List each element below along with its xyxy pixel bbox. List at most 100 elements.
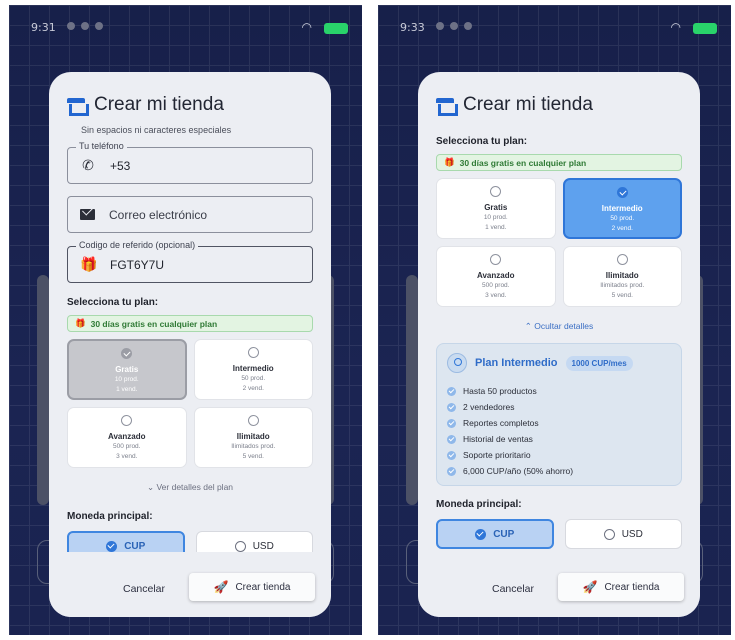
background-card-edge bbox=[37, 275, 49, 505]
plan-products: 50 prod. bbox=[610, 215, 635, 222]
plan-products: 10 prod. bbox=[114, 376, 139, 383]
currency-section-title: Moneda principal: bbox=[436, 499, 522, 510]
check-icon bbox=[447, 434, 456, 444]
plan-card-ilimitado[interactable]: Ilimitado Ilimitados prod. 5 vend. bbox=[562, 246, 682, 307]
plan-card-gratis[interactable]: Gratis 10 prod. 1 vend. bbox=[67, 339, 187, 400]
check-icon bbox=[447, 450, 456, 460]
currency-cup[interactable]: CUP bbox=[436, 519, 554, 549]
status-bar: 9:31 ◠ bbox=[9, 17, 362, 39]
plan-section-title: Selecciona tu plan: bbox=[67, 297, 159, 308]
plan-feature: 2 vendedores bbox=[447, 399, 671, 415]
email-field[interactable]: Correo electrónico bbox=[67, 196, 313, 233]
plan-details-title: Plan Intermedio bbox=[475, 357, 558, 369]
plan-sellers: 3 vend. bbox=[116, 453, 138, 460]
battery-icon bbox=[693, 23, 717, 34]
check-icon bbox=[106, 540, 118, 552]
helper-text: Sin espacios ni caracteres especiales bbox=[81, 125, 232, 135]
radio-icon bbox=[247, 347, 259, 358]
status-time: 9:31 bbox=[31, 21, 56, 34]
plan-products: 500 prod. bbox=[113, 443, 141, 450]
plan-name: Avanzado bbox=[477, 271, 515, 280]
plan-feature: Reportes completos bbox=[447, 415, 671, 431]
rocket-icon: 🚀 bbox=[213, 580, 229, 594]
details-toggle-label: Ocultar detalles bbox=[534, 321, 594, 331]
plan-feature: Historial de ventas bbox=[447, 431, 671, 447]
status-bar: 9:33 ◠ bbox=[378, 17, 731, 39]
wifi-icon: ◠ bbox=[301, 20, 312, 34]
details-toggle[interactable]: ⌃ Ocultar detalles bbox=[436, 321, 682, 332]
rocket-icon: 🚀 bbox=[582, 580, 598, 594]
cancel-button[interactable]: Cancelar bbox=[123, 583, 165, 595]
promo-banner: 🎁 30 días gratis en cualquier plan bbox=[67, 315, 313, 332]
radio-icon bbox=[234, 540, 246, 552]
referral-value: FGT6Y7U bbox=[110, 257, 165, 272]
currency-label: CUP bbox=[124, 540, 146, 552]
plan-name: Intermedio bbox=[232, 364, 274, 373]
plan-grid: Gratis 10 prod. 1 vend. Intermedio 50 pr… bbox=[436, 178, 682, 307]
create-store-button[interactable]: 🚀 Crear tienda bbox=[189, 573, 315, 601]
dialog-title-text: Crear mi tienda bbox=[463, 94, 593, 115]
status-time: 9:33 bbox=[400, 21, 425, 34]
phone-screen-right: 9:33 ◠ Crear mi tienda Selecciona tu pla… bbox=[378, 5, 731, 635]
check-icon bbox=[447, 466, 456, 476]
plan-details-card: Plan Intermedio 1000 CUP/mes Hasta 50 pr… bbox=[436, 343, 682, 486]
currency-cup[interactable]: CUP bbox=[67, 531, 185, 552]
plan-card-avanzado[interactable]: Avanzado 500 prod. 3 vend. bbox=[67, 407, 187, 468]
create-store-button[interactable]: 🚀 Crear tienda bbox=[558, 573, 684, 601]
plan-products: Ilimitados prod. bbox=[231, 443, 276, 450]
radio-icon bbox=[616, 254, 628, 265]
currency-label: USD bbox=[621, 528, 643, 540]
plan-card-ilimitado[interactable]: Ilimitado Ilimitados prod. 5 vend. bbox=[193, 407, 313, 468]
plan-sellers: 1 vend. bbox=[116, 386, 138, 393]
radio-icon bbox=[603, 528, 615, 540]
phone-field-label: Tu teléfono bbox=[76, 141, 127, 151]
plan-name: Gratis bbox=[484, 203, 508, 212]
plan-sellers: 2 vend. bbox=[242, 385, 264, 392]
referral-field-label: Codigo de referido (opcional) bbox=[76, 240, 199, 250]
gift-icon: 🎁 bbox=[75, 318, 86, 328]
plan-sellers: 3 vend. bbox=[485, 292, 507, 299]
currency-label: USD bbox=[252, 540, 274, 552]
currency-section-title: Moneda principal: bbox=[67, 511, 153, 522]
plan-card-avanzado[interactable]: Avanzado 500 prod. 3 vend. bbox=[436, 246, 556, 307]
currency-usd[interactable]: USD bbox=[195, 531, 313, 552]
check-icon bbox=[121, 348, 133, 359]
plan-feature-text: Soporte prioritario bbox=[463, 450, 531, 460]
plan-sellers: 2 vend. bbox=[611, 225, 633, 232]
plan-name: Avanzado bbox=[108, 432, 146, 441]
create-store-dialog: Crear mi tienda Selecciona tu plan: 🎁 30… bbox=[418, 72, 700, 617]
plan-feature-text: Reportes completos bbox=[463, 418, 539, 428]
plan-card-gratis[interactable]: Gratis 10 prod. 1 vend. bbox=[436, 178, 556, 239]
phone-field[interactable]: Tu teléfono ✆ +53 bbox=[67, 141, 313, 184]
plan-section-title: Selecciona tu plan: bbox=[436, 136, 528, 147]
plan-details-header: Plan Intermedio 1000 CUP/mes bbox=[447, 353, 671, 373]
phone-screen-left: 9:31 ◠ Crear mi tienda Sin espacios ni c… bbox=[9, 5, 362, 635]
create-store-label: Crear tienda bbox=[604, 581, 660, 593]
background-card-edge bbox=[406, 275, 418, 505]
plan-card-intermedio[interactable]: Intermedio 50 prod. 2 vend. bbox=[193, 339, 313, 400]
plan-card-intermedio[interactable]: Intermedio 50 prod. 2 vend. bbox=[562, 178, 682, 239]
radio-icon bbox=[121, 415, 133, 426]
details-toggle-label: Ver detalles del plan bbox=[156, 482, 234, 492]
radio-icon bbox=[247, 415, 259, 426]
chevron-up-icon: ⌃ bbox=[524, 321, 532, 331]
wifi-icon: ◠ bbox=[670, 20, 681, 34]
details-toggle[interactable]: ⌄ Ver detalles del plan bbox=[67, 482, 313, 493]
store-icon bbox=[436, 97, 458, 116]
currency-usd[interactable]: USD bbox=[564, 519, 682, 549]
dialog-footer: Cancelar 🚀 Crear tienda bbox=[49, 552, 331, 617]
plan-name: Ilimitado bbox=[605, 271, 639, 280]
cancel-button[interactable]: Cancelar bbox=[492, 583, 534, 595]
plan-products: 10 prod. bbox=[483, 214, 508, 221]
plan-feature-text: 6,000 CUP/año (50% ahorro) bbox=[463, 466, 574, 476]
dialog-body[interactable]: Crear mi tienda Sin espacios ni caracter… bbox=[49, 72, 331, 552]
plan-name: Ilimitado bbox=[236, 432, 270, 441]
plan-sellers: 5 vend. bbox=[242, 453, 264, 460]
referral-field[interactable]: Codigo de referido (opcional) 🎁 FGT6Y7U bbox=[67, 240, 313, 283]
notification-icons bbox=[436, 22, 472, 30]
plan-name: Gratis bbox=[115, 365, 139, 374]
plan-feature: Hasta 50 productos bbox=[447, 383, 671, 399]
dialog-body[interactable]: Crear mi tienda Selecciona tu plan: 🎁 30… bbox=[418, 72, 700, 552]
plan-feature-text: 2 vendedores bbox=[463, 402, 515, 412]
plan-price-badge: 1000 CUP/mes bbox=[565, 355, 633, 371]
